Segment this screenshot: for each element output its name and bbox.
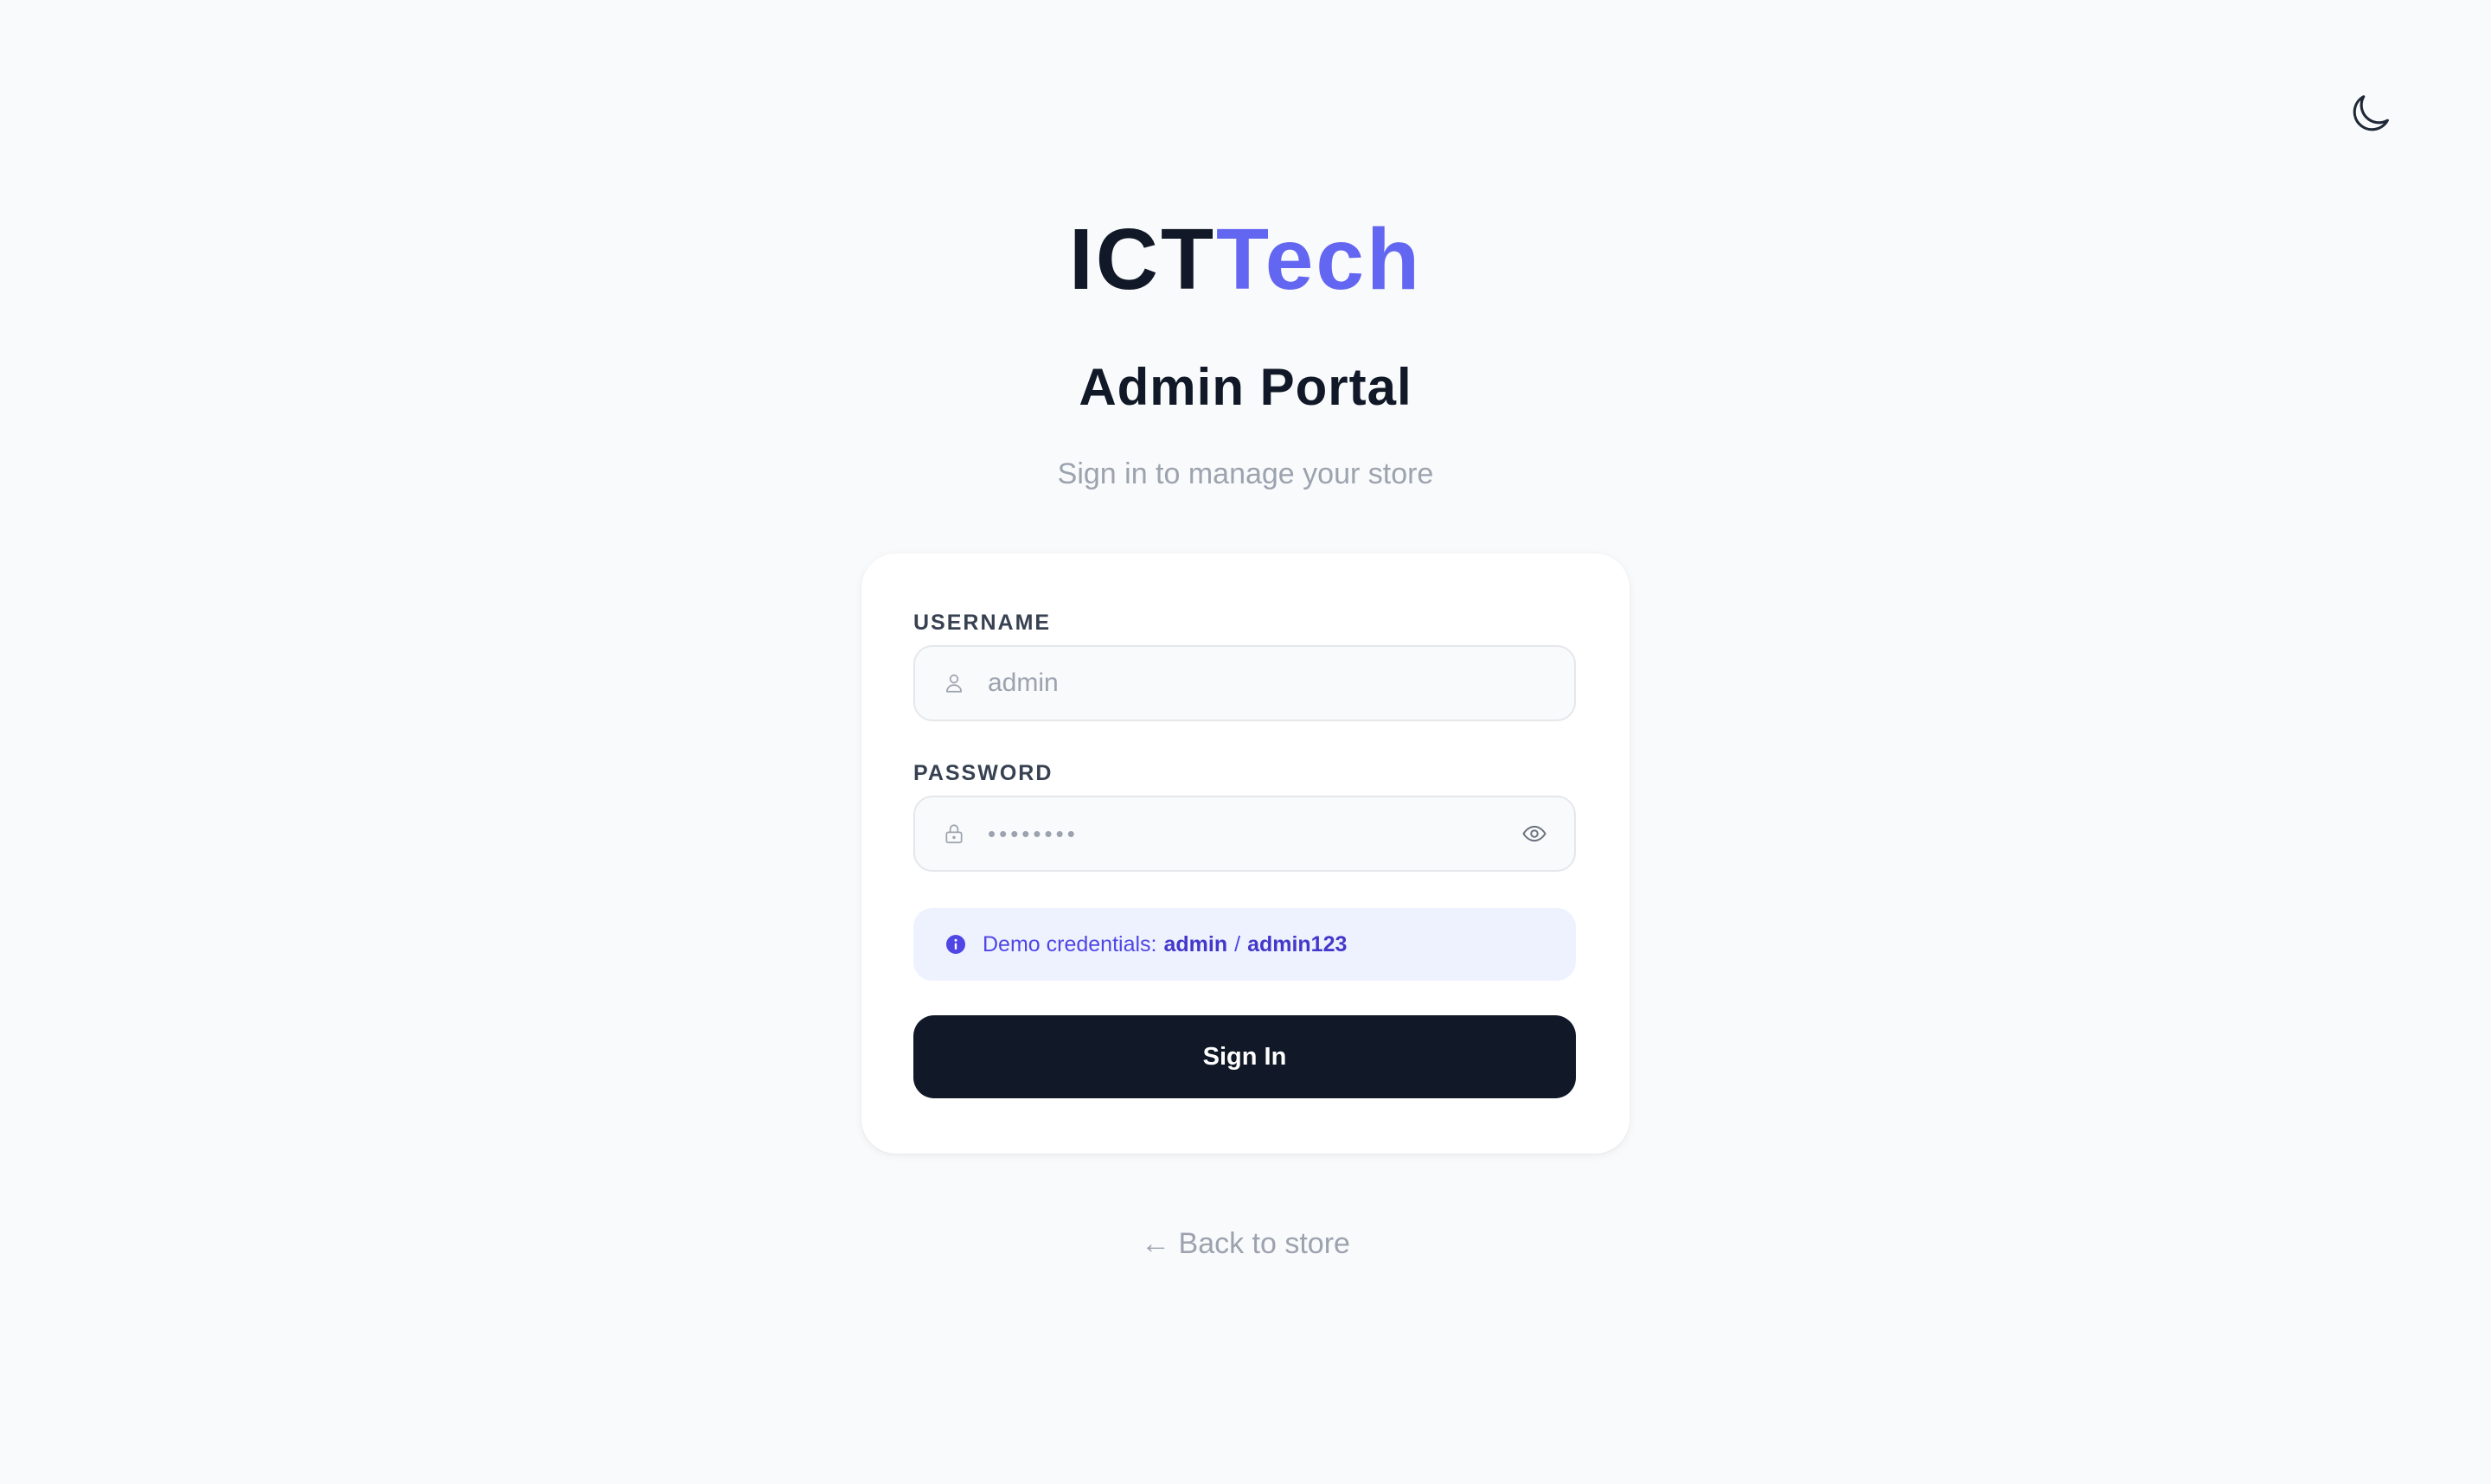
eye-icon[interactable] bbox=[1517, 816, 1552, 851]
username-label: USERNAME bbox=[913, 611, 1052, 635]
password-label: PASSWORD bbox=[913, 761, 1053, 785]
brand-logo: ICTTech bbox=[0, 209, 2491, 310]
back-arrow-icon: ← bbox=[1141, 1227, 1171, 1260]
logo-part-ict: ICT bbox=[1068, 211, 1217, 308]
back-to-store-link[interactable]: ← Back to store bbox=[1141, 1227, 1350, 1260]
back-to-store: ← Back to store bbox=[0, 1221, 2491, 1266]
theme-toggle-button[interactable] bbox=[2339, 83, 2401, 145]
logo-part-tech: Tech bbox=[1216, 211, 1423, 308]
back-link-label: Back to store bbox=[1178, 1227, 1350, 1260]
lock-icon bbox=[941, 821, 967, 847]
notice-password: admin123 bbox=[1247, 931, 1348, 956]
demo-credentials-notice: Demo credentials: admin / admin123 bbox=[913, 908, 1576, 981]
password-input[interactable]: •••••••• bbox=[988, 821, 1517, 848]
page-subtitle: Sign in to manage your store bbox=[1057, 457, 1434, 490]
username-input[interactable] bbox=[988, 657, 1574, 709]
notice-username: admin bbox=[1163, 931, 1228, 956]
sign-in-button[interactable]: Sign In bbox=[913, 1015, 1576, 1098]
notice-separator: / bbox=[1234, 931, 1241, 956]
username-field[interactable] bbox=[913, 645, 1576, 721]
info-icon bbox=[945, 933, 967, 956]
moon-icon bbox=[2353, 95, 2389, 131]
notice-prefix: Demo credentials: bbox=[983, 931, 1157, 956]
user-icon bbox=[941, 670, 967, 696]
login-card: USERNAME PASSWORD •••••••• bbox=[861, 553, 1630, 1154]
password-field[interactable]: •••••••• bbox=[913, 796, 1576, 872]
page-title: Admin Portal bbox=[1079, 358, 1412, 416]
